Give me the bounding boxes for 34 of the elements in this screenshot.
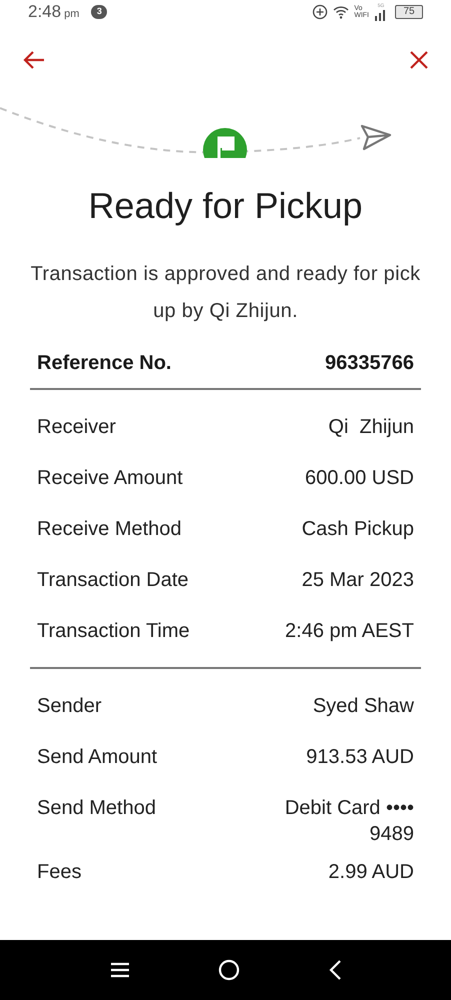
detail-label: Transaction Time xyxy=(37,619,190,644)
detail-value: 2:46 pm AEST xyxy=(285,619,414,644)
battery-indicator: 75 xyxy=(395,5,423,19)
detail-value: 600.00 USD xyxy=(305,466,414,491)
detail-value: 913.53 AUD xyxy=(306,745,414,770)
back-icon[interactable] xyxy=(328,960,342,980)
clock-period: pm xyxy=(64,6,80,22)
detail-label: Receive Method xyxy=(37,517,182,542)
data-saver-icon xyxy=(312,4,328,20)
notification-badge: 3 xyxy=(91,5,108,19)
detail-value: Debit Card •••• 9489 xyxy=(284,796,414,847)
back-arrow-icon[interactable] xyxy=(22,50,46,70)
detail-label: Receive Amount xyxy=(37,466,183,491)
menu-icon[interactable] xyxy=(110,962,130,978)
detail-value: Cash Pickup xyxy=(302,517,414,542)
detail-label: Transaction Date xyxy=(37,568,189,593)
wifi-icon xyxy=(333,5,350,19)
detail-value: Syed Shaw xyxy=(312,694,414,719)
home-icon[interactable] xyxy=(218,959,240,981)
detail-value: Qi Zhijun xyxy=(328,415,414,440)
detail-value: 2.99 AUD xyxy=(328,860,414,885)
signal-icon xyxy=(374,8,388,20)
detail-label: Send Method xyxy=(37,796,156,821)
reference-number: 96335766 xyxy=(325,351,414,376)
page-title: Ready for Pickup xyxy=(87,184,364,228)
close-icon[interactable] xyxy=(409,50,429,70)
status-message: Transaction is approved and ready for pick up by Qi Zhijun. xyxy=(30,262,420,324)
detail-label: Sender xyxy=(37,694,102,719)
detail-label: Fees xyxy=(37,860,82,885)
detail-label: Send Amount xyxy=(37,745,158,770)
detail-value: 25 Mar 2023 xyxy=(302,568,414,593)
reference-label: Reference No. xyxy=(37,351,172,376)
clock: 2:48 xyxy=(28,1,62,24)
detail-label: Receiver xyxy=(37,415,116,440)
